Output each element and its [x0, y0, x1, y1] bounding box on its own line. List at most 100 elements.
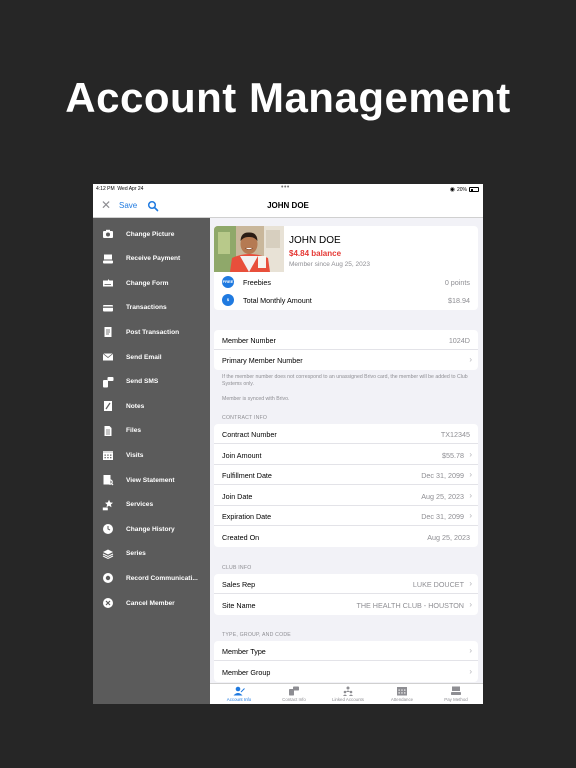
member-group-row[interactable]: Member Group › [214, 662, 478, 682]
record-icon [102, 572, 114, 584]
row-label: Expiration Date [222, 512, 272, 521]
cancel-icon [102, 597, 114, 609]
chevron-right-icon: › [469, 490, 472, 500]
row-label: Member Group [222, 667, 271, 677]
sidebar-item-label: Send Email [126, 353, 162, 361]
tab-account-info[interactable]: Account Info [212, 685, 266, 704]
freebies-value: 0 points [444, 278, 470, 287]
row-value: LUKE DOUCET [412, 580, 464, 589]
sidebar-item-change-picture[interactable]: Change Picture [93, 222, 210, 246]
tab-pay-method[interactable]: Pay Method [429, 685, 483, 704]
sidebar-item-receive-payment[interactable]: Receive Payment [93, 247, 210, 271]
sidebar-item-change-history[interactable]: Change History [93, 517, 210, 541]
sidebar-item-label: Services [126, 501, 154, 509]
sidebar-item-label: View Statement [126, 476, 175, 484]
sidebar-item-cancel-member[interactable]: Cancel Member [93, 591, 210, 615]
club-info-card: Sales Rep LUKE DOUCET › Site Name THE HE… [214, 574, 478, 615]
sidebar-item-series[interactable]: Series [93, 542, 210, 566]
tab-linked-accounts[interactable]: Linked Accounts [321, 685, 375, 704]
sidebar: Change Picture Receive Payment Change Fo… [93, 218, 210, 704]
sidebar-item-label: Change History [126, 525, 175, 533]
member-number-row[interactable]: Member Number 1024D [214, 330, 478, 350]
contract-info-header: CONTRACT INFO [222, 415, 268, 421]
wifi-icon: ◉ [449, 187, 455, 193]
attendance-icon [397, 687, 407, 696]
ipad-screen: 4:12 PM Wed Apr 24 ••• ◉ 20% ✕ Save JOHN… [93, 184, 483, 704]
contract-number-row[interactable]: Contract Number TX12345 [214, 424, 478, 444]
layers-icon [102, 548, 114, 560]
sidebar-item-label: Receive Payment [126, 255, 181, 263]
member-name: JOHN DOE [289, 235, 341, 246]
row-value: $55.78 [442, 450, 464, 460]
created-on-row[interactable]: Created On Aug 25, 2023 [214, 527, 478, 547]
contract-info-card: Contract Number TX12345 Join Amount $55.… [214, 424, 478, 547]
row-label: Site Name [222, 600, 256, 610]
phone-icon [102, 376, 114, 388]
sidebar-item-visits[interactable]: Visits [93, 443, 210, 467]
primary-member-number-row[interactable]: Primary Member Number › [214, 350, 478, 370]
fulfillment-date-row[interactable]: Fulfillment Date Dec 31, 2099 › [214, 465, 478, 485]
row-value: TX12345 [440, 430, 470, 439]
freebies-label: Freebies [243, 278, 271, 287]
row-label: Sales Rep [222, 580, 256, 589]
chevron-right-icon: › [469, 646, 472, 655]
join-date-row[interactable]: Join Date Aug 25, 2023 › [214, 486, 478, 506]
primary-member-number-label: Primary Member Number [222, 356, 303, 365]
sidebar-item-notes[interactable]: Notes [93, 394, 210, 418]
member-type-row[interactable]: Member Type › [214, 641, 478, 661]
sidebar-item-label: Change Picture [126, 230, 175, 238]
member-balance: $4.84 balance [289, 249, 342, 258]
monthly-amount-row[interactable]: $ Total Monthly Amount $18.94 [214, 290, 478, 310]
sidebar-item-send-sms[interactable]: Send SMS [93, 370, 210, 394]
sidebar-item-label: Record Communicati... [126, 574, 198, 582]
sidebar-item-label: Series [126, 550, 146, 558]
notes-icon [102, 400, 114, 412]
club-info-header: CLUB INFO [222, 565, 252, 571]
freebies-icon: FREE [222, 276, 234, 288]
brivo-note: If the member number does not correspond… [222, 374, 468, 387]
sidebar-item-record-communication[interactable]: Record Communicati... [93, 566, 210, 590]
member-since: Member since Aug 25, 2023 [289, 261, 370, 268]
row-value: Aug 25, 2023 [427, 532, 470, 542]
site-name-row[interactable]: Site Name THE HEALTH CLUB - HOUSTON › [214, 595, 478, 615]
statement-icon [102, 474, 114, 486]
account-info-content: JOHN DOE $4.84 balance Member since Aug … [210, 218, 483, 683]
freebies-row[interactable]: FREE Freebies 0 points [214, 272, 478, 292]
multitask-dots[interactable]: ••• [281, 184, 290, 191]
sales-rep-row[interactable]: Sales Rep LUKE DOUCET › [214, 574, 478, 594]
chevron-right-icon: › [469, 666, 472, 676]
join-amount-row[interactable]: Join Amount $55.78 › [214, 445, 478, 465]
sidebar-item-send-email[interactable]: Send Email [93, 345, 210, 369]
member-photo[interactable] [214, 226, 284, 272]
chevron-right-icon: › [469, 599, 472, 609]
sidebar-item-files[interactable]: Files [93, 419, 210, 443]
sidebar-item-services[interactable]: Services [93, 493, 210, 517]
expiration-date-row[interactable]: Expiration Date Dec 31, 2099 › [214, 506, 478, 526]
member-number-card: Member Number 1024D Primary Member Numbe… [214, 330, 478, 370]
tab-label: Linked Accounts [332, 697, 364, 702]
row-value: THE HEALTH CLUB - HOUSTON [356, 600, 464, 610]
sidebar-item-label: Post Transaction [126, 328, 180, 336]
sidebar-item-label: Change Form [126, 279, 169, 287]
row-label: Member Type [222, 647, 266, 656]
sidebar-item-transactions[interactable]: Transactions [93, 296, 210, 320]
brivo-sync-note: Member is synced with Brivo. [222, 396, 290, 402]
chevron-right-icon: › [469, 470, 472, 479]
navigation-bar: ✕ Save JOHN DOE [93, 194, 483, 218]
row-label: Contract Number [222, 430, 277, 439]
monthly-amount-icon: $ [222, 294, 234, 306]
clock-icon [102, 523, 114, 535]
tab-contact-info[interactable]: Contact Info [267, 685, 321, 704]
row-label: Join Date [222, 491, 253, 501]
receipt-icon [102, 326, 114, 338]
row-value: Dec 31, 2099 [421, 471, 464, 480]
row-label: Created On [222, 532, 260, 542]
sidebar-item-view-statement[interactable]: View Statement [93, 468, 210, 492]
tab-bar: Account Info Contact Info Linked Account… [210, 683, 483, 704]
chevron-right-icon: › [469, 355, 472, 364]
tab-attendance[interactable]: Attendance [375, 685, 429, 704]
pay-method-icon [451, 686, 461, 695]
sidebar-item-post-transaction[interactable]: Post Transaction [93, 320, 210, 344]
tab-label: Contact Info [282, 697, 306, 702]
sidebar-item-change-form[interactable]: Change Form [93, 271, 210, 295]
